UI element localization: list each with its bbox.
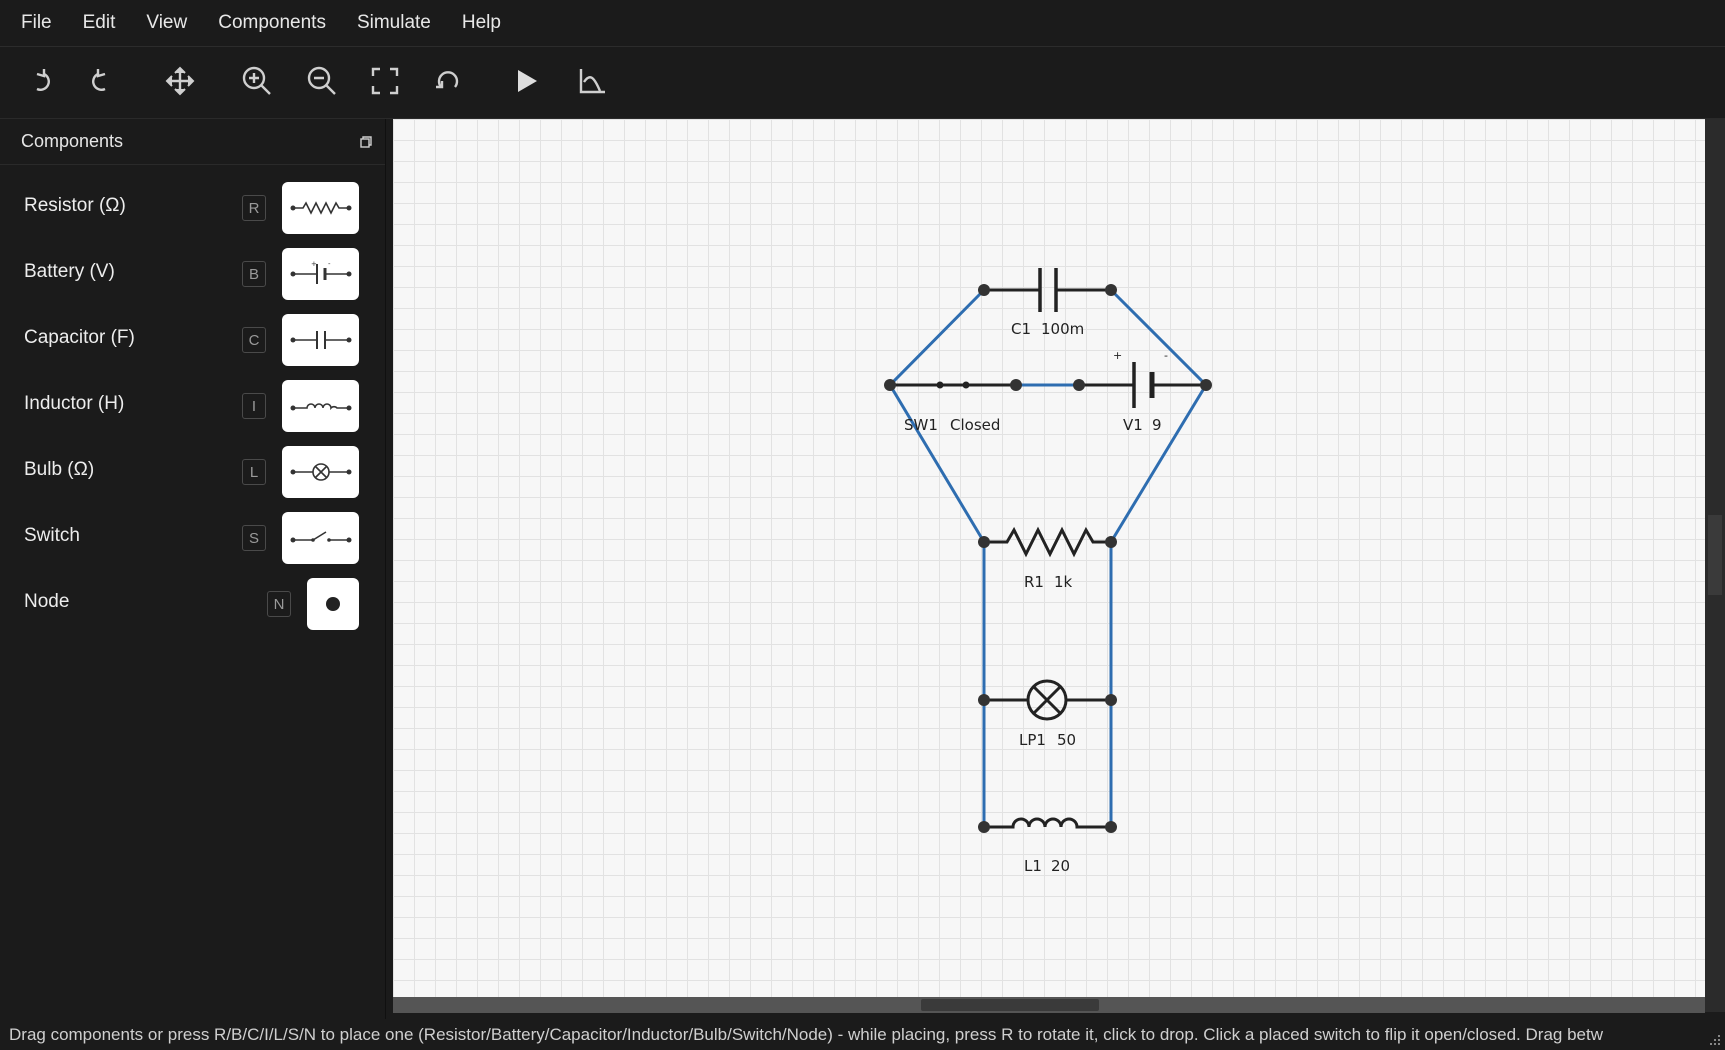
menu-file[interactable]: File [11,12,62,34]
sw1-name: SW1 [904,416,938,434]
l1-name: L1 [1024,857,1042,875]
resize-grip-icon[interactable] [1709,1034,1721,1046]
circuit-diagram[interactable]: C1 100m SW1 Closed + - V1 9 R1 1k LP1 50… [393,119,1705,997]
zoom-out-button[interactable] [302,61,342,101]
node-icon[interactable] [307,578,359,630]
pan-move-icon [165,66,195,96]
v1-value: 9 [1152,416,1162,434]
restore-panel-icon[interactable] [359,135,373,149]
zoom-in-button[interactable] [237,61,277,101]
redo-icon [92,69,106,91]
svg-text:+: + [311,260,317,268]
vertical-scrollbar-thumb[interactable] [1708,515,1722,595]
c1-value: 100m [1041,320,1084,338]
run-simulation-button[interactable] [506,61,546,101]
menu-components[interactable]: Components [208,12,336,34]
battery-v1[interactable]: + - V1 9 [1073,349,1212,434]
menu-view[interactable]: View [136,12,197,34]
svg-text:-: - [328,260,331,268]
redo-button[interactable] [82,61,122,101]
undo-button[interactable] [20,61,60,101]
battery-icon[interactable]: + - [282,248,359,300]
component-label: Inductor (H) [24,393,125,414]
circuit-wires [888,288,1208,827]
bulb-lp1[interactable]: LP1 50 [978,679,1117,749]
r1-name: R1 [1024,573,1044,591]
shortcut-key: B [242,261,266,287]
component-switch[interactable]: Switch S [0,510,385,566]
shortcut-key: C [242,327,266,353]
inductor-l1[interactable]: L1 20 [978,817,1117,875]
component-capacitor[interactable]: Capacitor (F) C [0,312,385,368]
circuit-canvas[interactable]: C1 100m SW1 Closed + - V1 9 R1 1k LP1 50… [393,119,1705,997]
component-node[interactable]: Node N [0,576,385,632]
menu-simulate[interactable]: Simulate [347,12,441,34]
shortcut-key: S [242,525,266,551]
status-text: Drag components or press R/B/C/I/L/S/N t… [9,1025,1603,1044]
capacitor-icon[interactable] [282,314,359,366]
component-label: Battery (V) [24,261,115,282]
inductor-icon[interactable] [282,380,359,432]
components-panel: Components Resistor (Ω) R Battery (V) B … [0,119,386,1019]
capacitor-c1[interactable]: C1 100m [978,268,1117,338]
menu-bar: File Edit View Components Simulate Help [0,0,1725,47]
v1-plus: + [1113,349,1122,362]
component-label: Capacitor (F) [24,327,135,348]
v1-name: V1 [1123,416,1143,434]
vertical-scrollbar[interactable] [1705,119,1725,1012]
lp1-value: 50 [1057,731,1076,749]
c1-name: C1 [1011,320,1031,338]
lp1-name: LP1 [1019,731,1046,749]
run-simulation-icon [518,70,537,92]
graph-plot-icon [579,69,605,94]
pan-button[interactable] [160,61,200,101]
l1-value: 20 [1051,857,1070,875]
component-label: Resistor (Ω) [24,195,126,216]
resistor-icon[interactable] [282,182,359,234]
component-battery[interactable]: Battery (V) B + - [0,246,385,302]
bulb-icon[interactable] [282,446,359,498]
resistor-r1[interactable]: R1 1k [978,526,1117,591]
menu-edit[interactable]: Edit [73,12,126,34]
graph-button[interactable] [572,61,612,101]
undo-icon [36,69,50,91]
menu-help[interactable]: Help [452,12,511,34]
switch-icon[interactable] [282,512,359,564]
switch-sw1[interactable]: SW1 Closed [884,379,1022,434]
components-panel-title: Components [21,131,124,151]
components-panel-header: Components [0,119,385,165]
component-label: Node [24,591,70,612]
component-label: Bulb (Ω) [24,459,95,480]
shortcut-key: R [242,195,266,221]
reset-view-icon [436,71,459,89]
component-label: Switch [24,525,80,546]
reset-view-button[interactable] [428,61,468,101]
status-bar: Drag components or press R/B/C/I/L/S/N t… [0,1020,1725,1050]
shortcut-key: N [267,591,291,617]
shortcut-key: I [242,393,266,419]
zoom-in-icon [242,66,271,95]
fit-view-button[interactable] [365,61,405,101]
component-bulb[interactable]: Bulb (Ω) L [0,444,385,500]
r1-value: 1k [1054,573,1073,591]
shortcut-key: L [242,459,266,485]
toolbar [0,47,1725,119]
component-resistor[interactable]: Resistor (Ω) R [0,180,385,236]
horizontal-scrollbar-thumb[interactable] [921,999,1099,1011]
v1-minus: - [1164,349,1168,362]
horizontal-scrollbar[interactable] [393,997,1705,1013]
zoom-out-icon [307,66,336,95]
fit-to-view-icon [371,67,399,95]
sw1-value: Closed [950,416,1000,434]
component-inductor[interactable]: Inductor (H) I [0,378,385,434]
